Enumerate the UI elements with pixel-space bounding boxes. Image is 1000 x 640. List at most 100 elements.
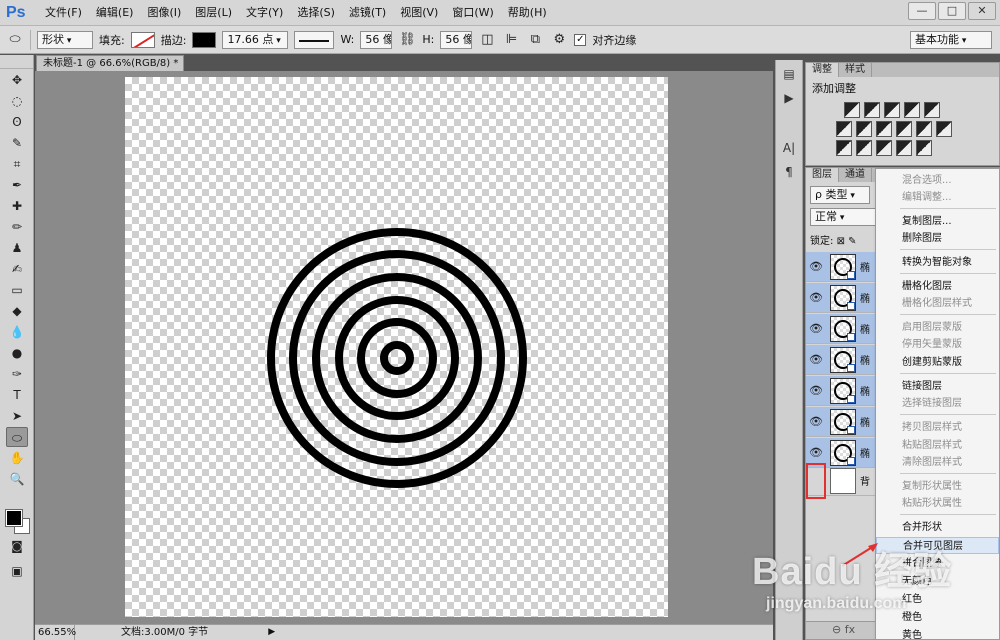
- path-alignment-icon[interactable]: ⊫: [502, 31, 520, 49]
- selective-color-icon[interactable]: [896, 140, 912, 156]
- canvas[interactable]: [125, 77, 668, 617]
- menu-item[interactable]: 选择(S): [290, 0, 342, 26]
- context-menu-item[interactable]: 清除图层样式: [876, 454, 999, 471]
- eye-icon[interactable]: 👁: [806, 384, 826, 397]
- path-arrangement-icon[interactable]: ⧉: [526, 31, 544, 49]
- levels-icon[interactable]: [864, 102, 880, 118]
- zoom-tool-icon[interactable]: 🔍: [6, 469, 28, 489]
- eraser-tool-icon[interactable]: ▭: [6, 280, 28, 300]
- quick-select-tool-icon[interactable]: ✎: [6, 133, 28, 153]
- shape-layer-row[interactable]: 👁 椭: [806, 314, 878, 344]
- workspace-dropdown[interactable]: 基本功能: [910, 31, 992, 49]
- shape-layer-row[interactable]: 👁 椭: [806, 345, 878, 375]
- foreground-color-swatch[interactable]: [5, 509, 23, 527]
- menu-item[interactable]: 视图(V): [393, 0, 445, 26]
- eye-icon[interactable]: 👁: [806, 353, 826, 366]
- align-edges-checkbox[interactable]: ✓: [574, 33, 587, 46]
- screen-mode-icon[interactable]: ▣: [6, 561, 28, 581]
- photo-filter-icon[interactable]: [896, 121, 912, 137]
- context-menu-item[interactable]: 拷贝图层样式: [876, 419, 999, 436]
- tab-layers[interactable]: 图层: [806, 168, 839, 182]
- document-tab[interactable]: 未标题-1 @ 66.6%(RGB/8) *: [36, 55, 184, 71]
- gradient-tool-icon[interactable]: ◆: [6, 301, 28, 321]
- context-menu-item[interactable]: 复制图层...: [876, 213, 999, 230]
- context-menu-item[interactable]: 黄色: [876, 627, 999, 640]
- context-menu-item[interactable]: 停用矢量蒙版: [876, 336, 999, 353]
- minimize-button[interactable]: —: [908, 2, 936, 20]
- fill-swatch[interactable]: [130, 31, 155, 48]
- mode-dropdown[interactable]: 形状: [37, 30, 93, 49]
- shape-layer-row[interactable]: 👁 椭: [806, 283, 878, 313]
- path-select-tool-icon[interactable]: ➤: [6, 406, 28, 426]
- blur-tool-icon[interactable]: 💧: [6, 322, 28, 342]
- quick-mask-icon[interactable]: ◙: [6, 536, 28, 556]
- context-menu-item[interactable]: 删除图层: [876, 230, 999, 247]
- healing-tool-icon[interactable]: ✚: [6, 196, 28, 216]
- eye-icon[interactable]: 👁: [806, 446, 826, 459]
- eye-icon[interactable]: 👁: [806, 291, 826, 304]
- eye-icon[interactable]: 👁: [806, 415, 826, 428]
- tools-panel-grip[interactable]: [0, 55, 33, 69]
- move-tool-icon[interactable]: ✥: [6, 70, 28, 90]
- exposure-icon[interactable]: [904, 102, 920, 118]
- gradient-map-icon[interactable]: [916, 140, 932, 156]
- height-field[interactable]: 56 像素: [440, 30, 473, 49]
- link-icon[interactable]: ⛓: [398, 31, 416, 49]
- history-brush-tool-icon[interactable]: ✍: [6, 259, 28, 279]
- menu-item[interactable]: 文字(Y): [239, 0, 290, 26]
- zoom-field[interactable]: 66.55%: [35, 625, 76, 640]
- context-menu-item[interactable]: 选择链接图层: [876, 395, 999, 412]
- context-menu-item[interactable]: 复制形状属性: [876, 478, 999, 495]
- tab-styles[interactable]: 样式: [839, 63, 872, 77]
- threshold-icon[interactable]: [876, 140, 892, 156]
- black-white-icon[interactable]: [876, 121, 892, 137]
- history-panel-icon[interactable]: ▤: [779, 64, 799, 84]
- invert-icon[interactable]: [836, 140, 852, 156]
- lasso-tool-icon[interactable]: ʘ: [6, 112, 28, 132]
- eye-icon[interactable]: 👁: [806, 260, 826, 273]
- vibrance-icon[interactable]: [924, 102, 940, 118]
- gear-icon[interactable]: ⚙: [550, 31, 568, 49]
- lock-transparent-icon[interactable]: ⊠: [837, 236, 845, 247]
- status-menu-arrow-icon[interactable]: ▶: [268, 625, 275, 640]
- shape-layer-row[interactable]: 👁 椭: [806, 376, 878, 406]
- brush-tool-icon[interactable]: ✏: [6, 217, 28, 237]
- stamp-tool-icon[interactable]: ♟: [6, 238, 28, 258]
- context-menu-item[interactable]: 粘贴形状属性: [876, 495, 999, 512]
- menu-item[interactable]: 帮助(H): [501, 0, 554, 26]
- eyedropper-tool-icon[interactable]: ✒: [6, 175, 28, 195]
- menu-item[interactable]: 文件(F): [38, 0, 89, 26]
- restore-button[interactable]: □: [938, 2, 966, 20]
- blend-mode-dropdown[interactable]: 正常: [810, 208, 876, 226]
- context-menu-item[interactable]: 栅格化图层: [876, 278, 999, 295]
- context-menu-item[interactable]: 编辑调整...: [876, 189, 999, 206]
- text-tool-icon[interactable]: T: [6, 385, 28, 405]
- pen-tool-icon[interactable]: ✑: [6, 364, 28, 384]
- context-menu-item[interactable]: 混合选项...: [876, 172, 999, 189]
- channel-mixer-icon[interactable]: [916, 121, 932, 137]
- eye-icon[interactable]: 👁: [806, 322, 826, 335]
- hand-tool-icon[interactable]: ✋: [6, 448, 28, 468]
- color-balance-icon[interactable]: [856, 121, 872, 137]
- lock-pixels-icon[interactable]: ✎: [848, 236, 856, 247]
- context-menu-item[interactable]: 链接图层: [876, 378, 999, 395]
- close-button[interactable]: ✕: [968, 2, 996, 20]
- context-menu-item[interactable]: 合并形状: [876, 519, 999, 536]
- width-field[interactable]: 56 像素: [360, 30, 393, 49]
- tab-adjustments[interactable]: 调整: [806, 63, 839, 77]
- marquee-tool-icon[interactable]: ◌: [6, 91, 28, 111]
- tab-channels[interactable]: 通道: [839, 168, 872, 182]
- crop-tool-icon[interactable]: ⌗: [6, 154, 28, 174]
- context-menu-item[interactable]: 创建剪贴蒙版: [876, 354, 999, 371]
- paragraph-panel-icon[interactable]: ¶: [779, 162, 799, 182]
- curves-icon[interactable]: [884, 102, 900, 118]
- ellipse-tool-icon[interactable]: ⬭: [6, 427, 28, 447]
- hue-saturation-icon[interactable]: [836, 121, 852, 137]
- menu-item[interactable]: 窗口(W): [445, 0, 500, 26]
- color-lookup-icon[interactable]: [936, 121, 952, 137]
- layer-filter-dropdown[interactable]: ρ 类型: [810, 186, 870, 204]
- stroke-style-dropdown[interactable]: [294, 30, 335, 49]
- stroke-width-field[interactable]: 17.66 点: [222, 30, 289, 49]
- context-menu-item[interactable]: 转换为智能对象: [876, 254, 999, 271]
- character-panel-icon[interactable]: A|: [779, 138, 799, 158]
